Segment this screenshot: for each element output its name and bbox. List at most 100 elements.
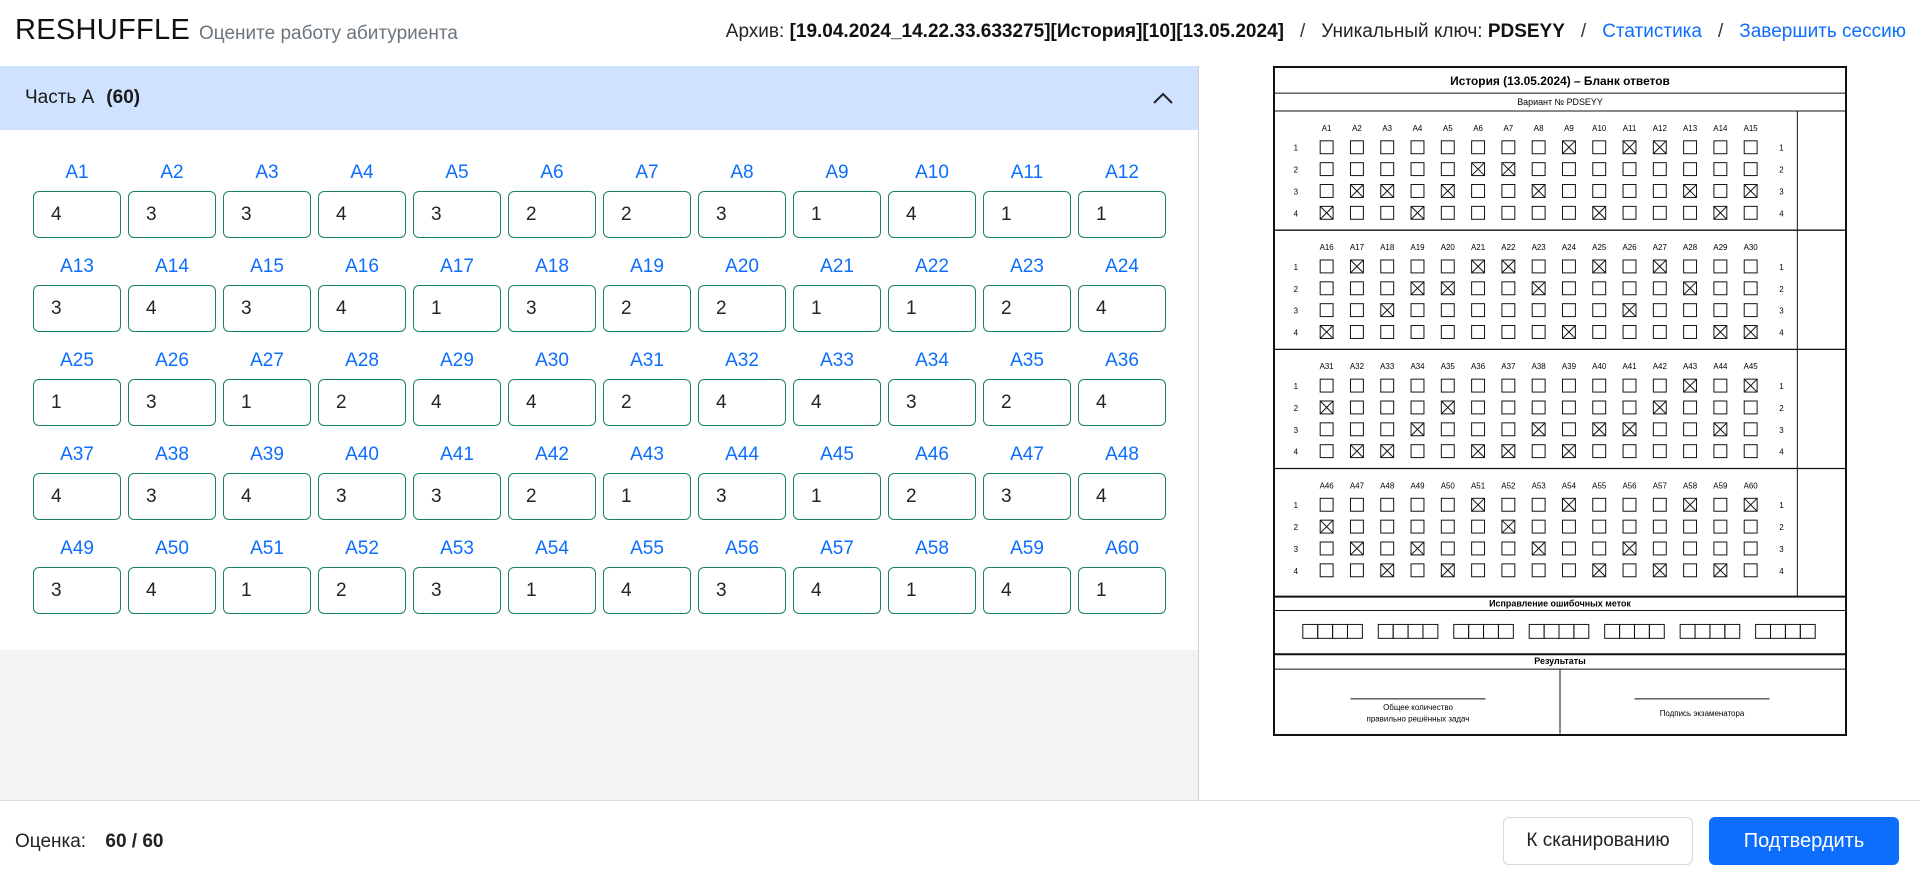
answer-input[interactable]: 3 bbox=[698, 567, 786, 614]
answer-input[interactable]: 1 bbox=[508, 567, 596, 614]
answer-input[interactable]: 4 bbox=[983, 567, 1071, 614]
answer-input[interactable]: 1 bbox=[413, 285, 501, 332]
answer-label: A44 bbox=[725, 444, 759, 465]
sheet-correction-box bbox=[1317, 623, 1334, 639]
to-scanning-button[interactable]: К сканированию bbox=[1503, 817, 1693, 865]
sheet-checkbox bbox=[1380, 422, 1395, 437]
answer-input[interactable]: 2 bbox=[603, 285, 691, 332]
answer-input[interactable]: 3 bbox=[128, 379, 216, 426]
answer-label: A38 bbox=[155, 444, 189, 465]
answer-input[interactable]: 3 bbox=[318, 473, 406, 520]
answer-cell: A30 4 bbox=[508, 348, 596, 426]
sheet-checkbox bbox=[1592, 378, 1607, 393]
statistics-link[interactable]: Статистика bbox=[1602, 21, 1702, 43]
answer-input[interactable]: 3 bbox=[223, 285, 311, 332]
sheet-checkbox bbox=[1531, 325, 1546, 339]
archive-info: Архив: [19.04.2024_14.22.33.633275][Исто… bbox=[726, 21, 1284, 43]
answer-input[interactable]: 3 bbox=[983, 473, 1071, 520]
answer-input[interactable]: 2 bbox=[508, 473, 596, 520]
answer-input[interactable]: 3 bbox=[698, 473, 786, 520]
answer-input[interactable]: 1 bbox=[888, 567, 976, 614]
answer-label: A34 bbox=[915, 350, 949, 371]
answer-input[interactable]: 3 bbox=[128, 473, 216, 520]
answer-input[interactable]: 1 bbox=[983, 191, 1071, 238]
answer-input[interactable]: 2 bbox=[508, 191, 596, 238]
answer-input[interactable]: 4 bbox=[698, 379, 786, 426]
sheet-checkbox bbox=[1592, 497, 1607, 512]
sheet-checkbox bbox=[1743, 400, 1758, 415]
answer-input[interactable]: 2 bbox=[983, 379, 1071, 426]
sheet-checkbox bbox=[1531, 303, 1546, 318]
answer-input[interactable]: 1 bbox=[793, 473, 881, 520]
answer-cell: A57 4 bbox=[793, 536, 881, 614]
answer-input[interactable]: 1 bbox=[603, 473, 691, 520]
answer-input[interactable]: 4 bbox=[793, 379, 881, 426]
sheet-checkbox bbox=[1652, 205, 1667, 220]
sheet-checkbox bbox=[1471, 205, 1486, 220]
answer-input[interactable]: 2 bbox=[698, 285, 786, 332]
answer-input[interactable]: 4 bbox=[33, 191, 121, 238]
sheet-column-header: A38 bbox=[1532, 362, 1547, 371]
answer-input[interactable]: 3 bbox=[413, 473, 501, 520]
answer-input[interactable]: 4 bbox=[1078, 285, 1166, 332]
end-session-link[interactable]: Завершить сессию bbox=[1739, 21, 1920, 43]
sheet-row-number: 1 bbox=[1294, 501, 1299, 510]
answer-input[interactable]: 4 bbox=[1078, 379, 1166, 426]
confirm-button[interactable]: Подтвердить bbox=[1709, 817, 1899, 865]
answer-label: A8 bbox=[730, 162, 754, 183]
answer-input[interactable]: 1 bbox=[33, 379, 121, 426]
answer-input[interactable]: 1 bbox=[1078, 567, 1166, 614]
answer-input[interactable]: 1 bbox=[223, 379, 311, 426]
sheet-checkbox bbox=[1501, 497, 1516, 512]
answer-input[interactable]: 4 bbox=[318, 191, 406, 238]
answer-label: A28 bbox=[345, 350, 379, 371]
answer-input[interactable]: 4 bbox=[223, 473, 311, 520]
answer-input[interactable]: 4 bbox=[318, 285, 406, 332]
answer-input[interactable]: 3 bbox=[413, 567, 501, 614]
answer-input[interactable]: 2 bbox=[983, 285, 1071, 332]
answer-input[interactable]: 4 bbox=[128, 567, 216, 614]
answer-input[interactable]: 2 bbox=[318, 379, 406, 426]
sheet-column-header: A13 bbox=[1683, 124, 1698, 133]
answer-input[interactable]: 3 bbox=[33, 567, 121, 614]
sheet-checkbox bbox=[1410, 563, 1425, 578]
answer-input[interactable]: 4 bbox=[603, 567, 691, 614]
answer-input[interactable]: 2 bbox=[318, 567, 406, 614]
sheet-checkbox bbox=[1440, 205, 1455, 220]
answer-input[interactable]: 1 bbox=[793, 285, 881, 332]
answer-input[interactable]: 2 bbox=[603, 191, 691, 238]
answer-input[interactable]: 3 bbox=[128, 191, 216, 238]
answer-input[interactable]: 3 bbox=[508, 285, 596, 332]
answer-input[interactable]: 1 bbox=[888, 285, 976, 332]
answer-label: A26 bbox=[155, 350, 189, 371]
answer-input[interactable]: 4 bbox=[888, 191, 976, 238]
answer-input[interactable]: 4 bbox=[793, 567, 881, 614]
answer-input[interactable]: 2 bbox=[888, 473, 976, 520]
answer-input[interactable]: 4 bbox=[1078, 473, 1166, 520]
part-a-accordion-header[interactable]: Часть А (60) bbox=[0, 66, 1198, 130]
chevron-up-icon[interactable] bbox=[1152, 88, 1174, 110]
sheet-checkbox bbox=[1561, 303, 1576, 318]
sheet-checkbox bbox=[1380, 497, 1395, 512]
answer-input[interactable]: 4 bbox=[33, 473, 121, 520]
sheet-row-number: 3 bbox=[1294, 426, 1299, 435]
answer-input[interactable]: 4 bbox=[508, 379, 596, 426]
answer-input[interactable]: 3 bbox=[698, 191, 786, 238]
sheet-column-header: A51 bbox=[1471, 481, 1486, 490]
answer-input[interactable]: 3 bbox=[223, 191, 311, 238]
sheet-checkbox bbox=[1652, 497, 1667, 512]
answer-input[interactable]: 1 bbox=[793, 191, 881, 238]
answer-input[interactable]: 1 bbox=[223, 567, 311, 614]
sheet-column-header: A31 bbox=[1320, 362, 1335, 371]
sheet-column-header: A3 bbox=[1382, 124, 1392, 133]
sheet-checkbox bbox=[1743, 140, 1758, 155]
answer-label: A20 bbox=[725, 256, 759, 277]
answer-input[interactable]: 2 bbox=[603, 379, 691, 426]
answer-input[interactable]: 3 bbox=[888, 379, 976, 426]
answer-input[interactable]: 1 bbox=[1078, 191, 1166, 238]
answer-input[interactable]: 4 bbox=[128, 285, 216, 332]
answer-input[interactable]: 3 bbox=[33, 285, 121, 332]
answer-input[interactable]: 3 bbox=[413, 191, 501, 238]
sheet-checkbox bbox=[1531, 444, 1546, 459]
answer-input[interactable]: 4 bbox=[413, 379, 501, 426]
